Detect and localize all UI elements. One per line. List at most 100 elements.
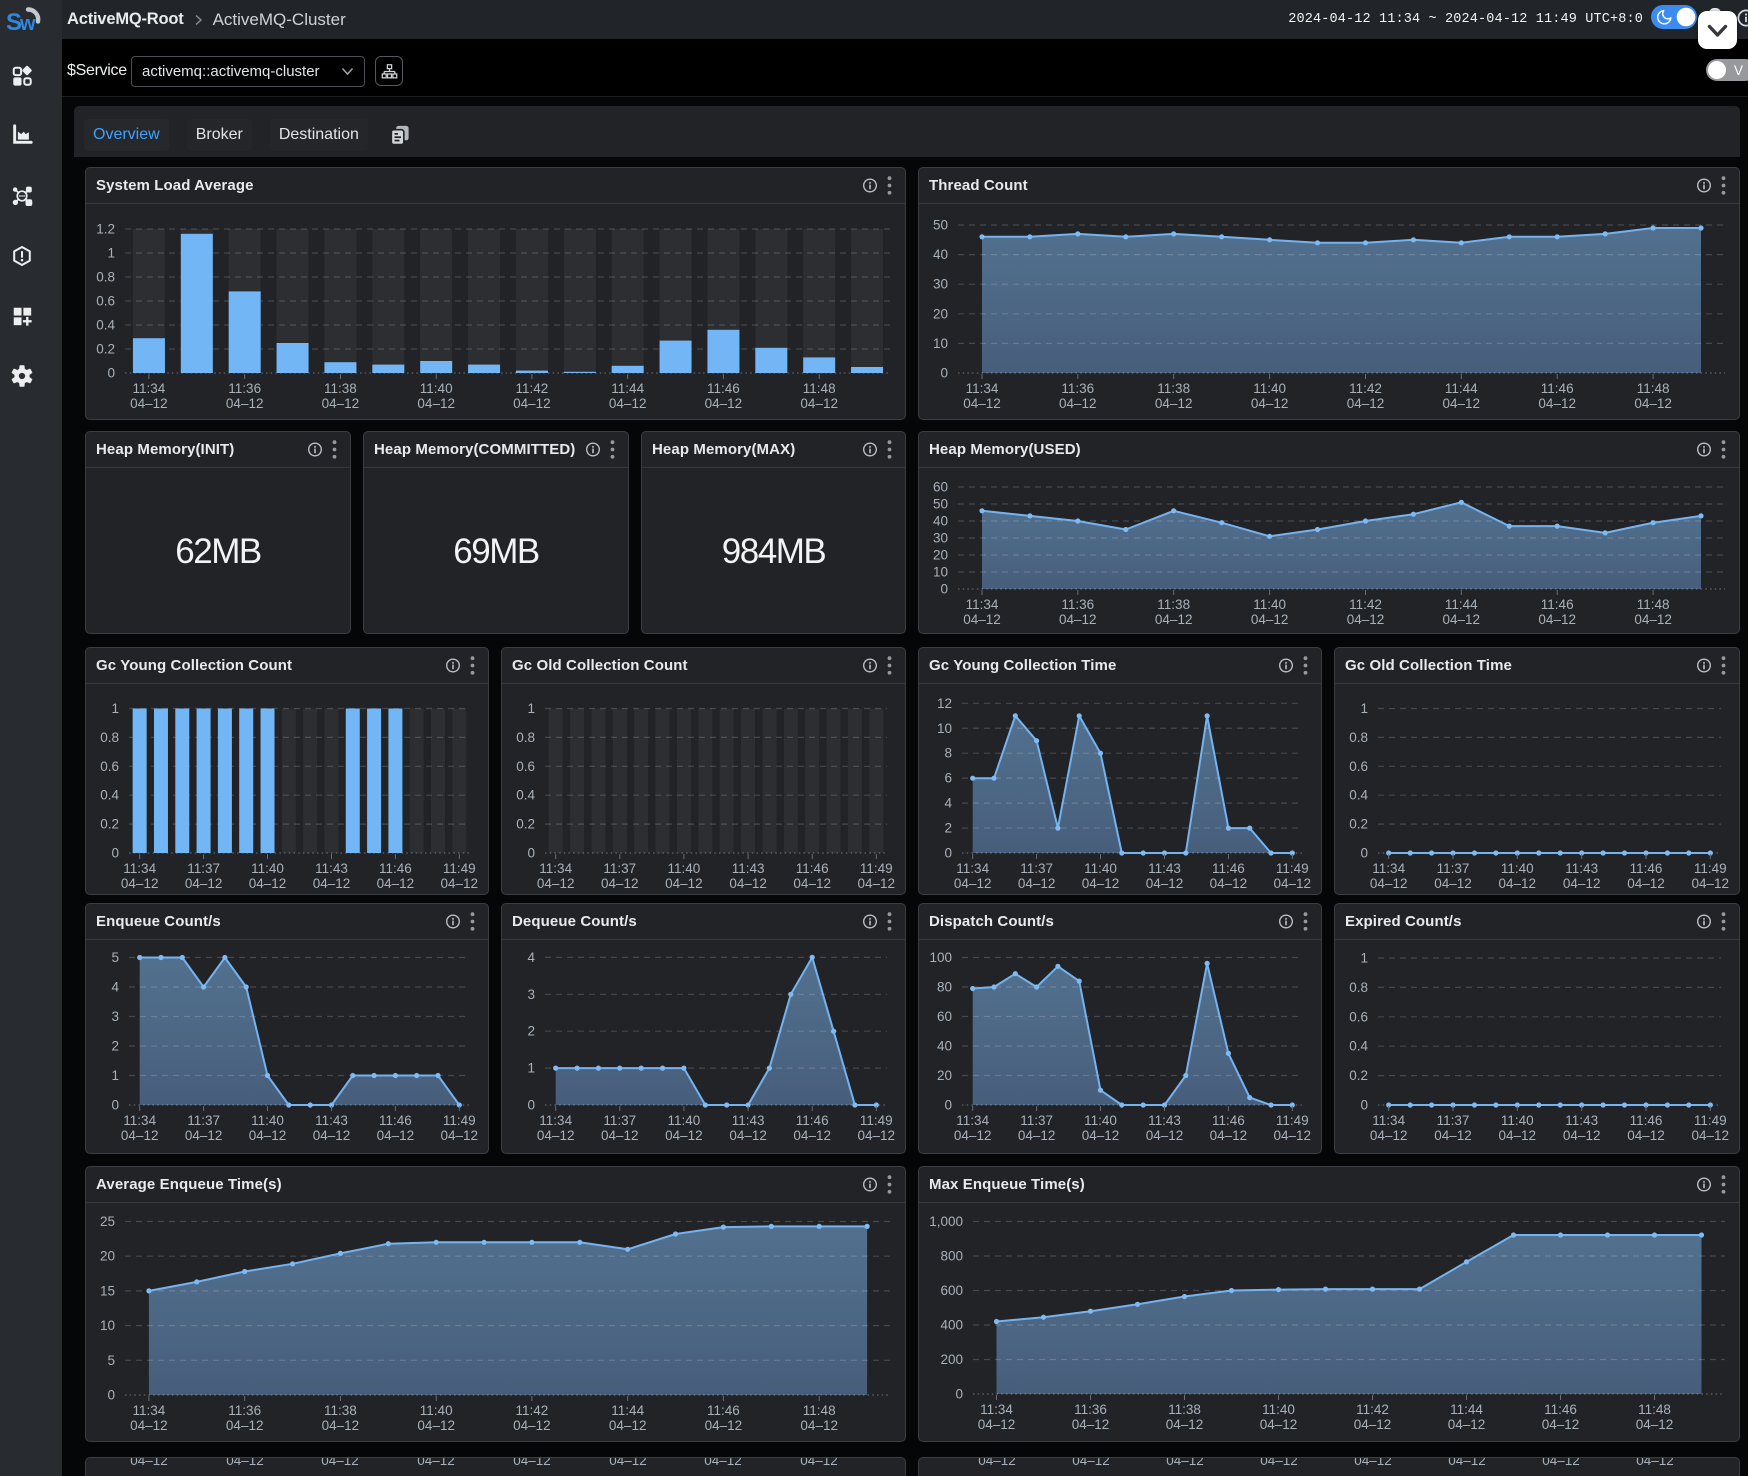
svg-text:11:34: 11:34	[539, 1113, 572, 1128]
svg-text:04–12: 04–12	[185, 876, 223, 891]
svg-text:04–12: 04–12	[793, 876, 831, 891]
svg-text:11:34: 11:34	[1372, 861, 1405, 876]
svg-text:04–12: 04–12	[441, 1128, 479, 1143]
svg-text:11:49: 11:49	[860, 861, 893, 876]
svg-text:04–12: 04–12	[1274, 876, 1312, 891]
svg-text:04–12: 04–12	[1692, 876, 1730, 891]
svg-text:11:40: 11:40	[1084, 861, 1117, 876]
svg-text:04–12: 04–12	[1434, 876, 1472, 891]
svg-text:11:34: 11:34	[123, 1113, 156, 1128]
svg-text:0: 0	[940, 582, 948, 597]
svg-text:04–12: 04–12	[1627, 876, 1665, 891]
svg-text:04–12: 04–12	[322, 396, 360, 411]
svg-text:04–12: 04–12	[313, 876, 351, 891]
svg-text:11:46: 11:46	[796, 861, 829, 876]
svg-text:04–12: 04–12	[954, 876, 992, 891]
svg-text:11:48: 11:48	[1637, 597, 1670, 612]
svg-text:0.2: 0.2	[1349, 817, 1368, 832]
svg-text:04–12: 04–12	[1370, 876, 1408, 891]
svg-text:11:40: 11:40	[420, 1403, 453, 1418]
svg-text:11:46: 11:46	[379, 861, 412, 876]
svg-text:04–12: 04–12	[130, 1418, 168, 1433]
svg-text:11:48: 11:48	[803, 1403, 836, 1418]
svg-text:11:42: 11:42	[516, 381, 549, 396]
svg-text:2: 2	[111, 1039, 119, 1054]
svg-text:04–12: 04–12	[858, 1128, 896, 1143]
svg-text:04–12: 04–12	[1059, 612, 1097, 627]
svg-text:04–12: 04–12	[377, 1128, 415, 1143]
svg-text:20: 20	[937, 1068, 952, 1083]
svg-text:04–12: 04–12	[1146, 1128, 1184, 1143]
svg-text:04–12: 04–12	[729, 1128, 767, 1143]
svg-text:04–12: 04–12	[377, 876, 415, 891]
svg-text:04–12: 04–12	[537, 1128, 575, 1143]
svg-text:04–12: 04–12	[609, 1418, 647, 1433]
svg-text:11:46: 11:46	[379, 1113, 412, 1128]
svg-text:0.2: 0.2	[96, 342, 115, 357]
svg-text:04–12: 04–12	[1155, 612, 1193, 627]
svg-text:11:46: 11:46	[1212, 1113, 1245, 1128]
svg-text:11:40: 11:40	[1084, 1113, 1117, 1128]
svg-text:1: 1	[527, 701, 535, 716]
svg-text:04–12: 04–12	[1563, 876, 1601, 891]
svg-text:11:46: 11:46	[707, 1403, 740, 1418]
svg-text:04–12: 04–12	[121, 876, 159, 891]
svg-text:11:34: 11:34	[539, 861, 572, 876]
svg-text:20: 20	[933, 306, 948, 321]
svg-text:4: 4	[111, 980, 119, 995]
svg-text:04–12: 04–12	[1434, 1128, 1472, 1143]
svg-text:11:46: 11:46	[1541, 381, 1574, 396]
svg-text:11:36: 11:36	[228, 1403, 261, 1418]
svg-text:8: 8	[944, 746, 952, 761]
svg-text:11:34: 11:34	[133, 1403, 166, 1418]
svg-text:11:46: 11:46	[1630, 861, 1663, 876]
svg-text:1: 1	[1360, 701, 1368, 716]
svg-text:5: 5	[107, 1353, 115, 1368]
svg-text:1,000: 1,000	[929, 1214, 963, 1229]
svg-text:15: 15	[100, 1283, 115, 1298]
svg-text:11:44: 11:44	[611, 1403, 644, 1418]
svg-text:11:49: 11:49	[1694, 1113, 1727, 1128]
svg-text:0: 0	[944, 846, 952, 861]
svg-text:0.8: 0.8	[100, 730, 119, 745]
svg-text:04–12: 04–12	[609, 396, 647, 411]
svg-text:11:46: 11:46	[1541, 597, 1574, 612]
svg-text:04–12: 04–12	[1210, 1128, 1248, 1143]
svg-text:11:40: 11:40	[251, 1113, 284, 1128]
svg-text:11:40: 11:40	[1253, 597, 1286, 612]
svg-text:50: 50	[933, 218, 948, 233]
svg-text:0.8: 0.8	[96, 270, 115, 285]
svg-text:11:36: 11:36	[228, 381, 261, 396]
svg-text:04–12: 04–12	[417, 396, 455, 411]
svg-text:04–12: 04–12	[1347, 612, 1385, 627]
svg-text:11:43: 11:43	[732, 1113, 765, 1128]
svg-text:11:34: 11:34	[956, 1113, 989, 1128]
svg-text:0.6: 0.6	[1349, 1009, 1368, 1024]
svg-text:11:34: 11:34	[133, 381, 166, 396]
svg-text:04–12: 04–12	[1499, 876, 1537, 891]
svg-text:40: 40	[933, 247, 948, 262]
svg-text:40: 40	[937, 1039, 952, 1054]
svg-text:11:43: 11:43	[732, 861, 765, 876]
svg-text:11:46: 11:46	[707, 381, 740, 396]
svg-text:20: 20	[100, 1249, 115, 1264]
svg-text:04–12: 04–12	[729, 876, 767, 891]
svg-text:10: 10	[933, 336, 948, 351]
svg-text:04–12: 04–12	[1274, 1128, 1312, 1143]
svg-text:0: 0	[1360, 846, 1368, 861]
svg-text:11:43: 11:43	[1148, 1113, 1181, 1128]
svg-text:11:46: 11:46	[1630, 1113, 1663, 1128]
svg-text:11:36: 11:36	[1061, 597, 1094, 612]
svg-text:11:38: 11:38	[1168, 1402, 1201, 1417]
svg-text:0: 0	[955, 1387, 963, 1402]
svg-text:0.2: 0.2	[1349, 1068, 1368, 1083]
svg-text:04–12: 04–12	[800, 1418, 838, 1433]
svg-text:11:40: 11:40	[668, 861, 701, 876]
svg-text:04–12: 04–12	[800, 396, 838, 411]
svg-text:0.2: 0.2	[516, 817, 535, 832]
svg-text:11:37: 11:37	[187, 861, 220, 876]
svg-text:400: 400	[940, 1318, 963, 1333]
svg-text:11:37: 11:37	[1020, 861, 1053, 876]
svg-text:04–12: 04–12	[1627, 1128, 1665, 1143]
svg-text:600: 600	[940, 1283, 963, 1298]
